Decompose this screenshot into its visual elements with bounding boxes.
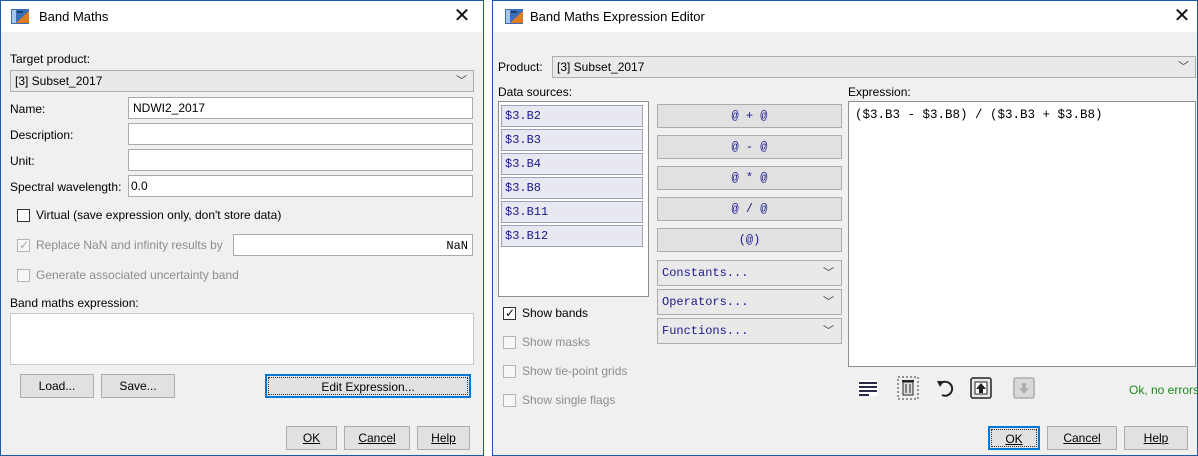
cancel-button[interactable]: Cancel xyxy=(344,426,410,450)
expression-editor-textarea[interactable]: ($3.B3 - $3.B8) / ($3.B3 + $3.B8) xyxy=(848,101,1196,367)
wavelength-field[interactable]: 0.0 xyxy=(128,175,473,197)
virtual-label: Virtual (save expression only, don't sto… xyxy=(36,208,282,222)
app-icon xyxy=(505,9,523,24)
load-button[interactable]: Load... xyxy=(20,374,94,398)
replace-nan-field[interactable]: NaN xyxy=(233,234,473,256)
replace-nan-label: Replace NaN and infinity results by xyxy=(36,238,223,252)
replace-nan-value: NaN xyxy=(446,239,468,253)
data-source-item[interactable]: $3.B8 xyxy=(501,177,643,199)
editor-ok-label: OK xyxy=(1005,432,1023,446)
ok-label: OK xyxy=(302,431,321,445)
save-button[interactable]: Save... xyxy=(101,374,175,398)
editor-help-button[interactable]: Help xyxy=(1124,426,1188,450)
wavelength-label: Spectral wavelength: xyxy=(10,180,122,194)
show-bands-label: Show bands xyxy=(522,306,589,320)
replace-nan-checkbox[interactable]: ✓ xyxy=(17,238,30,252)
unit-label: Unit: xyxy=(10,154,35,168)
functions-dropdown[interactable]: Functions... ﹀ xyxy=(657,318,842,344)
show-masks-label: Show masks xyxy=(522,335,591,349)
operators-dropdown[interactable]: Operators... ﹀ xyxy=(657,289,842,315)
ok-button[interactable]: OK xyxy=(286,426,337,450)
multiply-operator-button[interactable]: @ * @ xyxy=(657,166,842,190)
wavelength-value: 0.0 xyxy=(131,179,148,193)
parentheses-button[interactable]: (@) xyxy=(657,228,842,252)
clear-expression-icon[interactable] xyxy=(897,376,919,400)
editor-window-title: Band Maths Expression Editor xyxy=(530,9,705,24)
subtract-operator-button[interactable]: @ - @ xyxy=(657,135,842,159)
name-field[interactable]: NDWI2_2017 xyxy=(128,97,473,119)
export-expression-icon[interactable] xyxy=(1013,376,1035,400)
checkmark-icon: ✓ xyxy=(19,238,30,252)
expression-text: ($3.B3 - $3.B8) / ($3.B3 + $3.B8) xyxy=(855,108,1103,122)
unit-field[interactable] xyxy=(128,149,473,171)
expression-label: Band maths expression: xyxy=(10,296,139,310)
editor-title-bar: Band Maths Expression Editor ✕ xyxy=(493,1,1197,32)
load-button-label: Load... xyxy=(38,379,76,393)
chevron-down-icon: ﹀ xyxy=(823,325,834,337)
data-source-item[interactable]: $3.B3 xyxy=(501,129,643,151)
uncertainty-label: Generate associated uncertainty band xyxy=(36,268,239,282)
data-source-item[interactable]: $3.B11 xyxy=(501,201,643,223)
data-sources-label: Data sources: xyxy=(498,85,573,99)
target-product-value: [3] Subset_2017 xyxy=(15,74,103,88)
show-bands-checkbox[interactable]: ✓ xyxy=(503,306,516,320)
data-source-item[interactable]: $3.B4 xyxy=(501,153,643,175)
show-tiepoint-label: Show tie-point grids xyxy=(522,364,628,378)
expression-label: Expression: xyxy=(848,85,911,99)
show-masks-checkbox[interactable] xyxy=(503,336,516,349)
data-sources-list[interactable]: $3.B2 $3.B3 $3.B4 $3.B8 $3.B11 $3.B12 xyxy=(498,101,649,297)
divide-operator-button[interactable]: @ / @ xyxy=(657,197,842,221)
chevron-down-icon: ﹀ xyxy=(456,75,467,87)
save-button-label: Save... xyxy=(119,379,157,393)
title-bar: Band Maths ✕ xyxy=(1,1,483,32)
editor-cancel-button[interactable]: Cancel xyxy=(1047,426,1117,450)
editor-cancel-label: Cancel xyxy=(1063,431,1101,445)
checkmark-icon: ✓ xyxy=(505,306,516,320)
undo-icon[interactable] xyxy=(934,376,956,400)
import-expression-icon[interactable] xyxy=(970,376,992,400)
chevron-down-icon: ﹀ xyxy=(1178,61,1189,73)
constants-label: Constants... xyxy=(662,266,749,280)
name-value: NDWI2_2017 xyxy=(133,101,206,115)
app-icon xyxy=(11,9,29,24)
editor-help-label: Help xyxy=(1143,431,1169,445)
editor-ok-button[interactable]: OK xyxy=(988,426,1040,450)
close-icon[interactable]: ✕ xyxy=(449,4,475,28)
show-flags-label: Show single flags xyxy=(522,393,616,407)
expression-textarea[interactable] xyxy=(10,313,474,365)
help-label: Help xyxy=(431,431,456,445)
status-text: Ok, no errors. xyxy=(1129,383,1198,397)
product-value: [3] Subset_2017 xyxy=(557,60,645,74)
constants-dropdown[interactable]: Constants... ﹀ xyxy=(657,260,842,286)
product-select[interactable]: [3] Subset_2017 ﹀ xyxy=(552,56,1196,78)
virtual-checkbox[interactable] xyxy=(17,209,30,222)
window-title: Band Maths xyxy=(39,9,109,24)
close-icon[interactable]: ✕ xyxy=(1169,4,1195,28)
product-label: Product: xyxy=(498,60,543,74)
target-product-select[interactable]: [3] Subset_2017 ﹀ xyxy=(10,70,474,92)
target-product-label: Target product: xyxy=(10,52,91,66)
cancel-label: Cancel xyxy=(358,431,396,445)
chevron-down-icon: ﹀ xyxy=(823,296,834,308)
show-tiepoint-checkbox[interactable] xyxy=(503,365,516,378)
chevron-down-icon: ﹀ xyxy=(823,267,834,279)
description-label: Description: xyxy=(10,128,74,142)
functions-label: Functions... xyxy=(662,324,749,338)
show-flags-checkbox[interactable] xyxy=(503,394,516,407)
data-source-item[interactable]: $3.B2 xyxy=(501,105,643,127)
name-label: Name: xyxy=(10,102,46,116)
description-field[interactable] xyxy=(128,123,473,145)
uncertainty-checkbox[interactable] xyxy=(17,269,30,282)
operators-label: Operators... xyxy=(662,295,749,309)
data-source-item[interactable]: $3.B12 xyxy=(501,225,643,247)
edit-expression-button[interactable]: Edit Expression... xyxy=(265,374,471,398)
edit-expression-label: Edit Expression... xyxy=(321,380,415,394)
help-button[interactable]: Help xyxy=(417,426,470,450)
add-operator-button[interactable]: @ + @ xyxy=(657,104,842,128)
expression-history-icon[interactable] xyxy=(857,376,879,400)
